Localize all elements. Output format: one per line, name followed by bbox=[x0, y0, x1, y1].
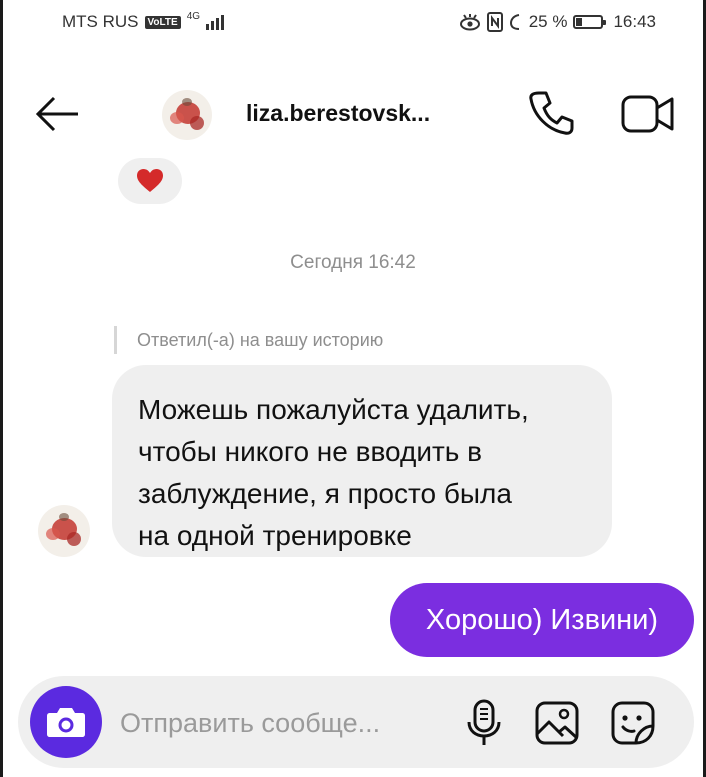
voice-message-button[interactable] bbox=[464, 698, 504, 748]
message-line: Можешь пожалуйста удалить, bbox=[138, 394, 529, 425]
video-call-button[interactable] bbox=[620, 92, 676, 136]
chat-header: liza.berestovsk... bbox=[0, 82, 706, 146]
chat-username[interactable]: liza.berestovsk... bbox=[246, 100, 430, 127]
status-left: MTS RUS VoLTE 4G bbox=[62, 11, 225, 32]
image-icon bbox=[535, 701, 579, 745]
profile-avatar[interactable] bbox=[162, 90, 212, 140]
microphone-icon bbox=[467, 699, 501, 745]
battery-percent: 25 % bbox=[528, 12, 568, 31]
arrow-left-icon bbox=[35, 96, 78, 132]
message-line: чтобы никого не вводить в bbox=[138, 436, 483, 467]
message-line: заблуждение, я просто была bbox=[138, 478, 512, 509]
call-status-icon bbox=[509, 14, 519, 30]
phone-icon bbox=[529, 91, 574, 135]
message-line: на одной тренировке bbox=[138, 520, 412, 551]
carrier-name: MTS RUS bbox=[62, 12, 139, 31]
date-separator: Сегодня 16:42 bbox=[290, 252, 416, 273]
incoming-message-bubble[interactable]: Можешь пожалуйста удалить, чтобы никого … bbox=[112, 365, 612, 557]
sender-avatar[interactable] bbox=[38, 505, 90, 557]
eye-comfort-icon bbox=[459, 14, 480, 31]
sticker-icon bbox=[611, 701, 655, 745]
heart-reaction[interactable] bbox=[118, 158, 182, 204]
battery-icon bbox=[573, 15, 607, 29]
status-bar: MTS RUS VoLTE 4G 25 % 16:43 bbox=[62, 12, 656, 36]
message-composer bbox=[18, 676, 694, 768]
nfc-icon bbox=[486, 12, 503, 32]
story-reply-note: Ответил(-а) на вашу историю bbox=[114, 326, 383, 354]
sticker-button[interactable] bbox=[610, 700, 656, 746]
volte-badge: VoLTE bbox=[144, 15, 181, 29]
camera-button[interactable] bbox=[30, 686, 102, 758]
message-input[interactable] bbox=[120, 706, 420, 740]
back-button[interactable] bbox=[34, 92, 82, 136]
network-type: 4G bbox=[186, 11, 201, 22]
camera-icon bbox=[47, 708, 85, 737]
gallery-button[interactable] bbox=[534, 700, 580, 746]
audio-call-button[interactable] bbox=[526, 88, 576, 138]
status-right: 25 % 16:43 bbox=[459, 12, 656, 32]
outgoing-message-bubble[interactable]: Хорошо) Извини) bbox=[390, 583, 694, 657]
video-camera-icon bbox=[621, 95, 674, 133]
heart-icon bbox=[137, 169, 163, 192]
signal-icon bbox=[206, 14, 225, 30]
clock: 16:43 bbox=[613, 12, 656, 31]
